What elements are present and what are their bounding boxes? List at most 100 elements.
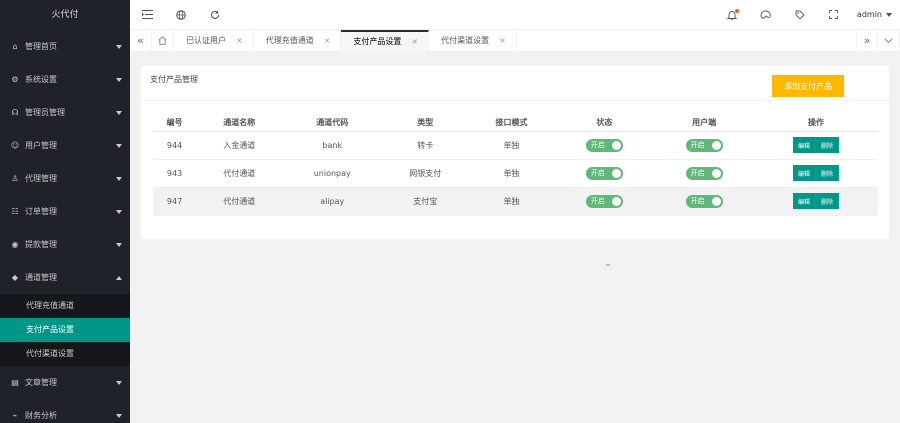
chevron-down-icon	[116, 143, 122, 148]
submenu-item-payout-channels[interactable]: 代付渠道设置	[0, 342, 130, 366]
tab-payout-channels[interactable]: 代付渠道设置 ×	[429, 29, 517, 52]
col-mode[interactable]: 接口模式	[468, 114, 555, 132]
home-tab-icon[interactable]	[152, 29, 174, 52]
sidebar-item-users[interactable]: ☺ 用户管理	[0, 129, 130, 162]
status-toggle[interactable]: 开启	[585, 194, 623, 208]
user-icon: ☺	[10, 141, 20, 150]
col-status[interactable]: 状态	[554, 114, 655, 132]
close-icon[interactable]: ×	[236, 36, 243, 45]
delete-button[interactable]: 删除	[815, 165, 839, 181]
tab-label: 已认证用户	[186, 36, 226, 45]
client-toggle[interactable]: 开启	[685, 166, 723, 180]
cell-actions: 编辑 删除	[753, 159, 878, 188]
client-toggle[interactable]: 开启	[685, 194, 723, 208]
toggle-knob	[711, 196, 721, 206]
cell-client: 开启	[654, 131, 754, 160]
chevron-up-icon	[116, 275, 122, 280]
cell-id: 947	[153, 187, 197, 216]
cell-status: 开启	[554, 187, 655, 216]
tab-label: 代理充值通道	[265, 36, 314, 45]
cell-name: 入金通道	[196, 131, 283, 160]
sidebar-item-withdrawals[interactable]: ◉ 提款管理	[0, 228, 130, 261]
add-payment-product-button[interactable]: 添加支付产品	[772, 75, 844, 97]
sidebar-item-label: 订单管理	[25, 207, 57, 216]
col-id[interactable]: 编号	[153, 114, 197, 132]
col-name[interactable]: 通道名称	[196, 114, 283, 132]
delete-button[interactable]: 删除	[815, 193, 839, 209]
tab-menu-chevron-down-icon[interactable]	[878, 29, 900, 52]
sidebar-item-label: 财务分析	[25, 411, 57, 420]
col-type[interactable]: 类型	[382, 114, 469, 132]
tag-icon[interactable]	[783, 0, 817, 30]
username: admin	[856, 10, 882, 19]
toggle-knob	[611, 168, 621, 178]
edit-button[interactable]: 编辑	[792, 165, 816, 181]
toggle-label: 开启	[590, 197, 605, 205]
toggle-label: 开启	[690, 169, 705, 177]
cell-code: alipay	[282, 187, 383, 216]
diamond-icon: ◆	[11, 273, 19, 282]
table-row: 943 代付通道 unionpay 网银支付 单独 开启 开启 编辑 删除	[153, 159, 878, 188]
globe-icon[interactable]	[164, 0, 198, 30]
close-icon[interactable]: ×	[411, 37, 418, 46]
tab-agent-recharge[interactable]: 代理充值通道 ×	[254, 29, 342, 52]
divider	[141, 100, 889, 101]
toggle-label: 开启	[690, 197, 705, 205]
status-toggle[interactable]: 开启	[585, 166, 623, 180]
col-client[interactable]: 用户端	[654, 114, 754, 132]
cell-mode: 单独	[468, 187, 555, 216]
col-actions: 操作	[753, 114, 878, 132]
edit-button[interactable]: 编辑	[792, 193, 816, 209]
payment-products-card: 支付产品管理 添加支付产品 编号 通道名称 通道代码 类型 接口模式 状态 用户…	[141, 66, 889, 239]
user-menu[interactable]: admin	[851, 10, 900, 19]
edit-button[interactable]: 编辑	[792, 137, 816, 153]
chart-icon: ⌁	[12, 411, 18, 420]
sidebar-item-home[interactable]: ⌂ 管理首页	[0, 30, 130, 63]
client-toggle[interactable]: 开启	[685, 138, 723, 152]
cell-name: 代付通道	[196, 159, 283, 188]
toggle-label: 开启	[690, 141, 705, 149]
refresh-icon[interactable]	[198, 0, 232, 30]
tab-verified-users[interactable]: 已认证用户 ×	[174, 29, 254, 52]
col-code[interactable]: 通道代码	[282, 114, 383, 132]
agent-icon: ♙	[11, 174, 19, 183]
order-icon: ☷	[11, 207, 19, 216]
cell-mode: 单独	[468, 159, 555, 188]
menu-fold-icon[interactable]	[130, 0, 164, 30]
cell-status: 开启	[554, 159, 655, 188]
submenu-item-agent-recharge[interactable]: 代理充值通道	[0, 294, 130, 318]
tab-scroll-left-icon[interactable]: «	[130, 29, 152, 52]
chevron-down-icon	[116, 44, 122, 49]
status-toggle[interactable]: 开启	[585, 138, 623, 152]
chevron-down-icon	[116, 413, 122, 418]
table-row: 947 代付通道 alipay 支付宝 单独 开启 开启 编辑 删除	[153, 187, 878, 216]
top-header: admin	[130, 0, 900, 30]
sidebar-item-admins[interactable]: ☊ 管理员管理	[0, 96, 130, 129]
cell-actions: 编辑 删除	[753, 187, 878, 216]
fullscreen-icon[interactable]	[817, 0, 851, 30]
bell-icon[interactable]	[715, 0, 749, 30]
palette-icon[interactable]	[749, 0, 783, 30]
delete-button[interactable]: 删除	[815, 137, 839, 153]
sidebar-item-settings[interactable]: ⚙ 系统设置	[0, 63, 130, 96]
cell-type: 转卡	[382, 131, 469, 160]
tab-scroll-right-icon[interactable]: »	[856, 29, 878, 52]
chevron-down-icon	[116, 176, 122, 181]
cell-name: 代付通道	[196, 187, 283, 216]
sidebar-item-finance[interactable]: ⌁ 财务分析	[0, 399, 130, 423]
toggle-knob	[611, 140, 621, 150]
sidebar-item-articles[interactable]: ▤ 文章管理	[0, 366, 130, 399]
app-logo[interactable]: 火代付	[0, 0, 130, 30]
sidebar-item-agents[interactable]: ♙ 代理管理	[0, 162, 130, 195]
close-icon[interactable]: ×	[324, 36, 331, 45]
tab-payment-products[interactable]: 支付产品设置 ×	[341, 29, 430, 52]
submenu-item-payment-products[interactable]: 支付产品设置	[0, 318, 130, 342]
close-icon[interactable]: ×	[499, 36, 506, 45]
sidebar-item-label: 管理首页	[25, 42, 57, 51]
sidebar-item-orders[interactable]: ☷ 订单管理	[0, 195, 130, 228]
tab-label: 代付渠道设置	[441, 36, 490, 45]
toggle-knob	[711, 168, 721, 178]
gear-icon: ⚙	[11, 75, 19, 84]
sidebar-item-channels[interactable]: ◆ 通道管理	[0, 261, 130, 294]
table-row: 944 入金通道 bank 转卡 单独 开启 开启 编辑 删除	[153, 131, 878, 160]
